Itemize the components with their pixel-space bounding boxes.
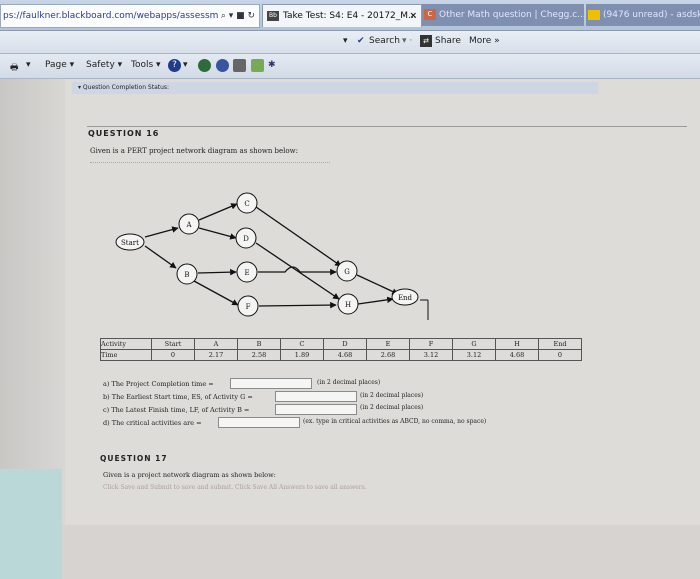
- table-row: Activity Start A B C D E F G H End: [100, 338, 582, 350]
- table-header-cell: E: [366, 338, 410, 350]
- table-cell: 3.12: [452, 349, 496, 361]
- table-cell: 2.68: [366, 349, 410, 361]
- arrow-f-h: [258, 301, 337, 309]
- table-header-cell: B: [237, 338, 281, 350]
- pert-network-diagram: Start A B C D E F G H End: [115, 192, 429, 320]
- answer-c-label: c) The Latest Finish time, LF, of Activi…: [103, 406, 250, 414]
- table-header-cell: C: [280, 338, 324, 350]
- arrow-start-b: [144, 245, 177, 269]
- table-header-cell: D: [323, 338, 367, 350]
- answer-d-label: d) The critical activities are =: [103, 419, 202, 427]
- arrow-d-h: [255, 242, 340, 300]
- table-cell: 2.58: [237, 349, 281, 361]
- arrow-b-e: [197, 268, 237, 276]
- answer-c-hint: (in 2 decimal places): [360, 404, 424, 411]
- answer-b-label: b) The Earliest Start time, ES, of Activ…: [103, 393, 253, 401]
- table-row: Time 0 2.17 2.58 1.89 4.68 2.68 3.12 3.1…: [100, 349, 582, 361]
- table-header-cell: F: [409, 338, 453, 350]
- activity-time-table: Activity Start A B C D E F G H End Time …: [100, 338, 582, 361]
- table-header-cell: End: [538, 338, 582, 350]
- node-label-f: F: [246, 303, 251, 311]
- node-label-g: G: [344, 268, 350, 276]
- table-header-cell: Start: [151, 338, 195, 350]
- table-header-cell: A: [194, 338, 238, 350]
- arrow-h-end: [357, 296, 394, 305]
- arrow-c-g: [255, 206, 342, 267]
- answer-a-input[interactable]: [230, 378, 312, 389]
- answer-b-hint: (in 2 decimal places): [360, 392, 424, 399]
- table-cell: 2.17: [194, 349, 238, 361]
- answer-c-input[interactable]: [275, 404, 357, 415]
- node-labels: Start A B C D E F G H End: [121, 200, 413, 311]
- arrow-b-f: [193, 280, 239, 306]
- question-17-title: QUESTION 17: [100, 454, 168, 463]
- node-label-c: C: [244, 200, 249, 208]
- answer-a-label: a) The Project Completion time =: [103, 380, 214, 388]
- node-label-h: H: [345, 301, 351, 309]
- answer-b-input[interactable]: [275, 391, 357, 402]
- table-cell: 3.12: [409, 349, 453, 361]
- table-header-cell: G: [452, 338, 496, 350]
- table-cell: 4.68: [323, 349, 367, 361]
- table-cell: 0: [538, 349, 582, 361]
- table-cell: 4.68: [495, 349, 539, 361]
- diagram-nodes: [115, 192, 419, 317]
- node-label-e: E: [244, 269, 249, 277]
- arrow-g-end: [356, 274, 399, 295]
- arrow-a-d: [198, 227, 237, 240]
- table-cell: 0: [151, 349, 195, 361]
- table-header-cell: Activity: [100, 338, 152, 350]
- node-label-end: End: [398, 294, 413, 302]
- node-label-d: D: [243, 235, 249, 243]
- node-label-b: B: [184, 271, 189, 279]
- answer-a-hint: (in 2 decimal places): [317, 379, 381, 386]
- arrow-start-a: [144, 226, 179, 238]
- arrow-a-c: [198, 203, 238, 221]
- answer-d-hint: (ex. type in critical activities as ABCD…: [303, 418, 487, 425]
- question-17-footer: Click Save and Submit to save and submit…: [103, 484, 367, 491]
- question-17-text: Given is a project network diagram as sh…: [103, 471, 276, 479]
- table-row-label: Time: [100, 349, 152, 361]
- node-label-a: A: [185, 221, 192, 229]
- answer-d-input[interactable]: [218, 417, 300, 428]
- table-cell: 1.89: [280, 349, 324, 361]
- node-label-start: Start: [121, 239, 139, 247]
- table-header-cell: H: [495, 338, 539, 350]
